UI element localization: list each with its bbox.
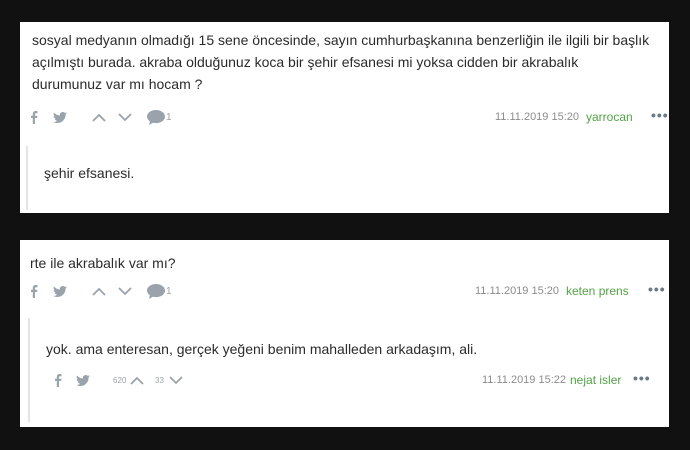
downvote-chevron-icon[interactable] <box>118 112 132 122</box>
upvote-chevron-icon[interactable] <box>130 376 144 385</box>
entry-author[interactable]: keten prens <box>566 284 629 298</box>
entry-footer: 1 11.11.2019 15:20 yarrocan ••• <box>20 106 669 128</box>
comment-count: 1 <box>166 285 172 297</box>
entry-card-2: rte ile akrabalık var mı? 1 11.11.2019 1… <box>20 240 669 427</box>
comment-bubble-icon <box>147 283 165 299</box>
comment-bubble-icon <box>147 109 165 125</box>
reply-box: yok. ama enteresan, gerçek yeğeni benim … <box>28 318 650 422</box>
more-dots-icon[interactable]: ••• <box>651 107 669 123</box>
entry-card-1: sosyal medyanın olmadığı 15 sene öncesin… <box>20 22 669 213</box>
entry-author[interactable]: yarrocan <box>586 110 633 124</box>
twitter-icon[interactable] <box>53 111 67 123</box>
downvote-count: 33 <box>155 375 164 385</box>
comment-count: 1 <box>166 111 172 123</box>
more-dots-icon[interactable]: ••• <box>648 281 666 297</box>
facebook-icon[interactable] <box>30 284 38 298</box>
entry-text: sosyal medyanın olmadığı 15 sene öncesin… <box>32 32 650 92</box>
facebook-icon[interactable] <box>54 373 62 387</box>
upvote-chevron-icon[interactable] <box>92 113 106 122</box>
comments-link[interactable]: 1 <box>147 109 172 125</box>
reply-box: şehir efsanesi. <box>26 146 628 210</box>
twitter-icon[interactable] <box>53 285 67 297</box>
reply-date[interactable]: 11.11.2019 15:22 <box>482 374 566 386</box>
comments-link[interactable]: 1 <box>147 283 172 299</box>
more-dots-icon[interactable]: ••• <box>633 370 651 386</box>
entry-date[interactable]: 11.11.2019 15:20 <box>475 285 559 297</box>
entry-footer: 1 11.11.2019 15:20 keten prens ••• <box>20 280 669 302</box>
reply-footer: 620 33 11.11.2019 15:22 nejat isler ••• <box>30 369 650 391</box>
facebook-icon[interactable] <box>30 110 38 124</box>
entry-date[interactable]: 11.11.2019 15:20 <box>495 111 579 123</box>
entry-text: rte ile akrabalık var mı? <box>30 255 176 271</box>
upvote-count: 620 <box>113 375 127 385</box>
downvote-chevron-icon[interactable] <box>118 286 132 296</box>
twitter-icon[interactable] <box>76 374 90 386</box>
reply-text: yok. ama enteresan, gerçek yeğeni benim … <box>46 341 478 357</box>
upvote-chevron-icon[interactable] <box>92 287 106 296</box>
downvote-chevron-icon[interactable] <box>169 375 183 385</box>
reply-text: şehir efsanesi. <box>44 165 135 181</box>
reply-author[interactable]: nejat isler <box>570 373 621 387</box>
